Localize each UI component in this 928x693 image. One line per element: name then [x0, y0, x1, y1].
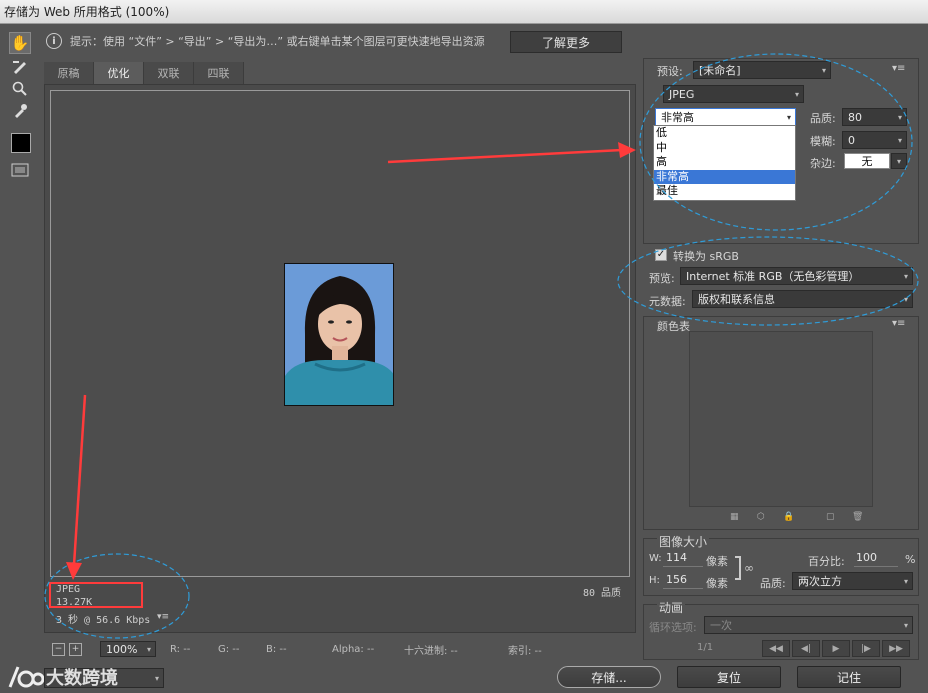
annotation-arrow-down [72, 394, 87, 566]
annotation-ellipse-quality [639, 53, 913, 231]
annotation-ellipse-info [44, 553, 190, 639]
annotation-arrowhead-down [66, 562, 82, 580]
annotation-arrow-right [387, 148, 623, 164]
annotation-overlay [44, 53, 919, 639]
annotation-arrowhead-right [618, 142, 636, 158]
annotation-ellipse-preview [617, 236, 919, 326]
